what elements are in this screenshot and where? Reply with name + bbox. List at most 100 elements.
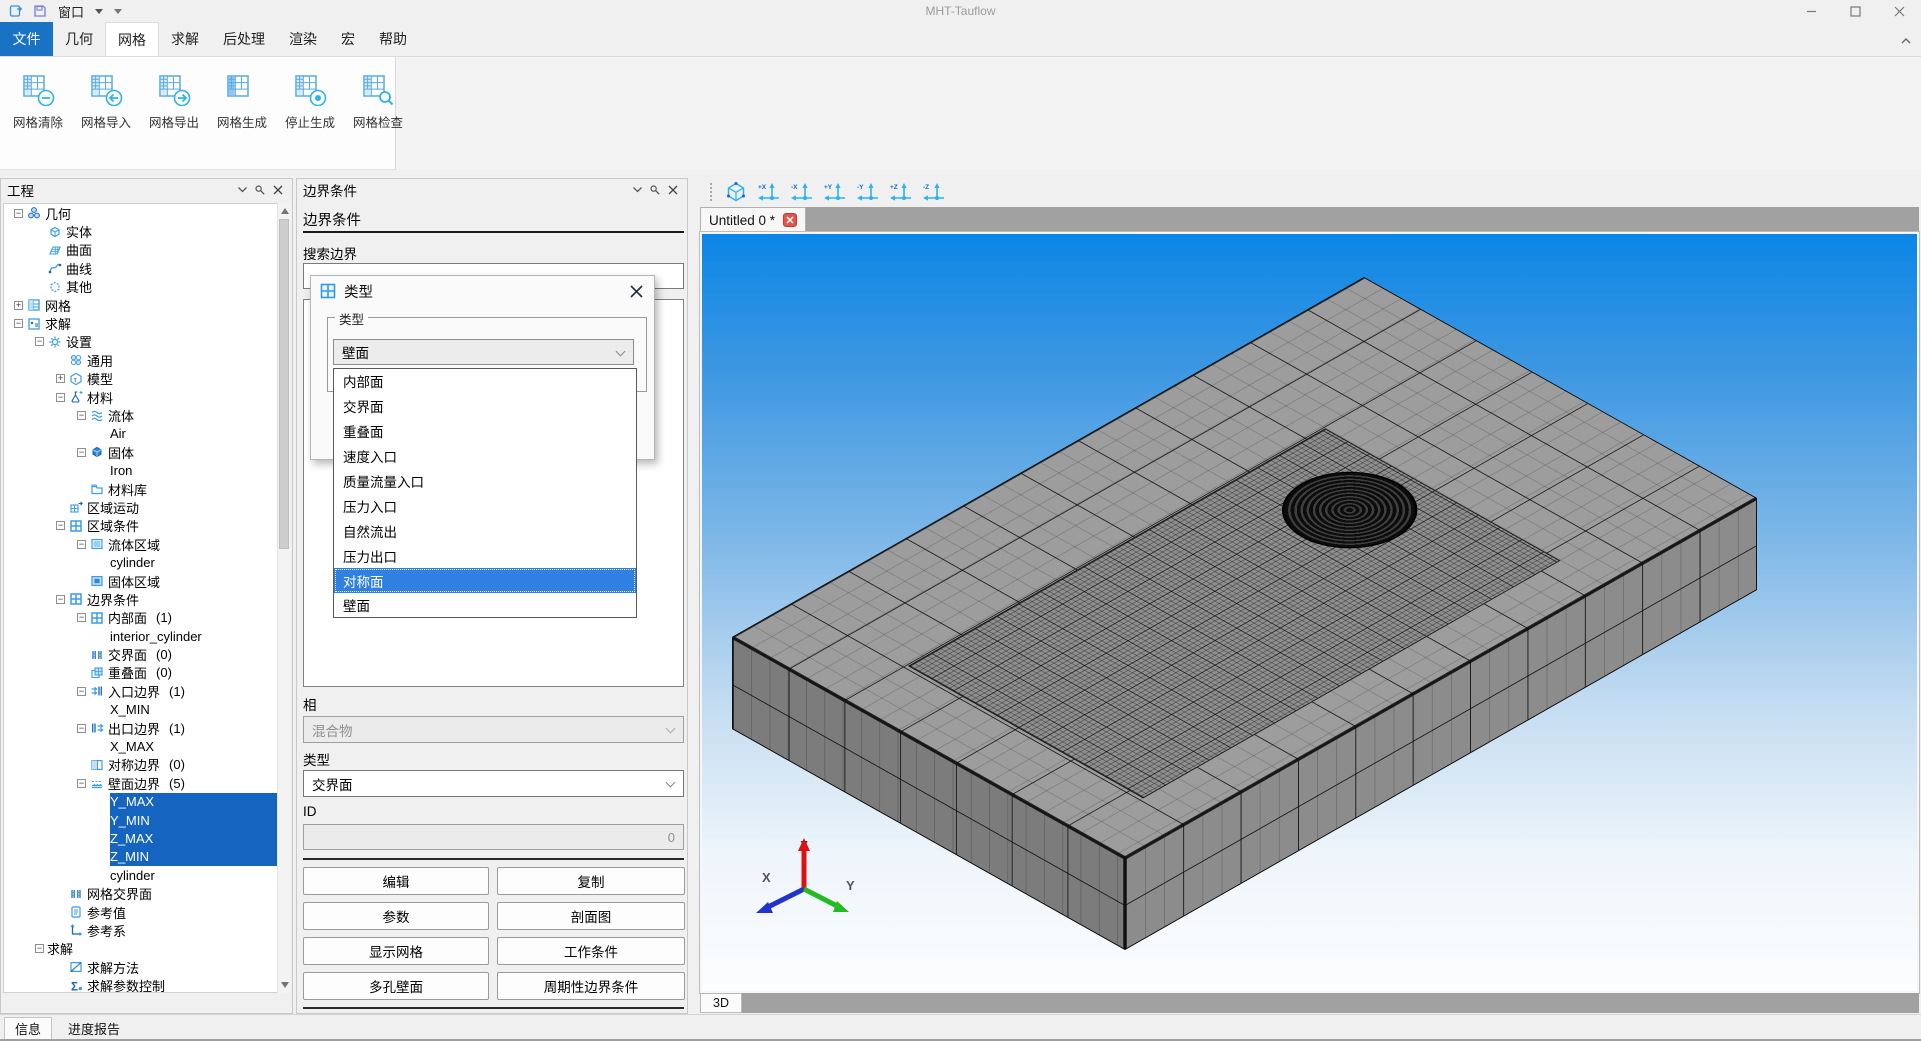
tree-expander-plus-icon[interactable]: +	[56, 374, 65, 383]
bc-button-周期性边界条件[interactable]: 周期性边界条件	[497, 972, 685, 1000]
panel-close-icon[interactable]	[270, 182, 286, 198]
menu-tab-后处理[interactable]: 后处理	[211, 22, 277, 56]
tree-item-X_MIN[interactable]: X_MIN	[4, 701, 277, 719]
tree-item-流体区域[interactable]: −流体区域	[4, 535, 277, 553]
view-axis--Y-button[interactable]: -Y	[854, 180, 882, 204]
window-menu[interactable]: 窗口	[58, 2, 84, 21]
tree-item-Iron[interactable]: Iron	[4, 461, 277, 479]
tree-item-网格交界面[interactable]: 网格交界面	[4, 884, 277, 902]
scroll-up-icon[interactable]	[281, 208, 289, 214]
tree-item-几何[interactable]: −几何	[4, 204, 277, 222]
dropdown-option-重叠面[interactable]: 重叠面	[334, 419, 636, 444]
ribbon-button-mesh-export[interactable]: 网格导出	[144, 67, 204, 131]
view-isometric-button[interactable]	[722, 180, 750, 204]
tree-item-求解参数控制[interactable]: Σ求解参数控制	[4, 976, 277, 993]
tree-expander-minus-icon[interactable]: −	[14, 319, 23, 328]
tree-expander-minus-icon[interactable]: −	[14, 209, 23, 218]
tree-item-interior_cylinder[interactable]: interior_cylinder	[4, 627, 277, 645]
minimize-button[interactable]	[1789, 0, 1833, 22]
toolbar-drag-handle[interactable]	[710, 183, 713, 201]
close-button[interactable]	[1877, 0, 1921, 22]
ribbon-button-mesh-clear[interactable]: 网格清除	[8, 67, 68, 131]
dropdown-option-速度入口[interactable]: 速度入口	[334, 444, 636, 469]
tree-item-区域条件[interactable]: −区域条件	[4, 517, 277, 535]
tree-item-其他[interactable]: 其他	[4, 278, 277, 296]
panel-chevron-icon[interactable]	[629, 182, 645, 198]
tree-item-对称边界[interactable]: 对称边界(0)	[4, 756, 277, 774]
3d-canvas[interactable]: Z X Y	[700, 232, 1919, 993]
tree-item-求解[interactable]: −求解	[4, 314, 277, 332]
ribbon-button-mesh-generate[interactable]: 网格生成	[212, 67, 272, 131]
document-tab[interactable]: Untitled 0 *	[700, 207, 806, 232]
tree-expander-minus-icon[interactable]: −	[77, 687, 86, 696]
tree-item-通用[interactable]: 通用	[4, 351, 277, 369]
tree-item-内部面[interactable]: −内部面(1)	[4, 609, 277, 627]
dropdown-option-交界面[interactable]: 交界面	[334, 394, 636, 419]
tree-item-cylinder[interactable]: cylinder	[4, 866, 277, 884]
tree-item-固体区域[interactable]: 固体区域	[4, 572, 277, 590]
menu-tab-网格[interactable]: 网格	[105, 22, 159, 56]
view-3d-tab[interactable]: 3D	[700, 993, 742, 1013]
tree-item-出口边界[interactable]: −出口边界(1)	[4, 719, 277, 737]
status-tab-信息[interactable]: 信息	[4, 1017, 52, 1039]
tree-item-区域运动[interactable]: 区域运动	[4, 498, 277, 516]
tree-scrollbar[interactable]	[277, 203, 290, 993]
tree-item-壁面边界[interactable]: −壁面边界(5)	[4, 774, 277, 792]
tree-item-入口边界[interactable]: −入口边界(1)	[4, 682, 277, 700]
tree-item-求解[interactable]: −求解	[4, 940, 277, 958]
panel-pin-icon[interactable]	[647, 182, 663, 198]
bc-button-工作条件[interactable]: 工作条件	[497, 937, 685, 965]
dropdown-option-自然流出[interactable]: 自然流出	[334, 518, 636, 543]
tree-item-曲面[interactable]: 曲面	[4, 241, 277, 259]
bc-button-复制[interactable]: 复制	[497, 867, 685, 895]
tree-item-重叠面[interactable]: 重叠面(0)	[4, 664, 277, 682]
dropdown-option-对称面[interactable]: 对称面	[334, 568, 636, 593]
menu-tab-几何[interactable]: 几何	[53, 22, 105, 56]
bc-button-剖面图[interactable]: 剖面图	[497, 902, 685, 930]
dialog-header[interactable]: 类型	[311, 276, 654, 306]
tree-item-网格[interactable]: +网格	[4, 296, 277, 314]
tree-expander-minus-icon[interactable]: −	[77, 411, 86, 420]
bc-button-编辑[interactable]: 编辑	[303, 867, 489, 895]
tree-item-cylinder[interactable]: cylinder	[4, 553, 277, 571]
type-combobox[interactable]: 交界面	[303, 770, 684, 797]
tree-item-流体[interactable]: −流体	[4, 406, 277, 424]
tree-item-实体[interactable]: 实体	[4, 222, 277, 240]
view-axis--Z-button[interactable]: -Z	[920, 180, 948, 204]
tree-expander-minus-icon[interactable]: −	[77, 613, 86, 622]
ribbon-button-mesh-stop[interactable]: 停止生成	[280, 67, 340, 131]
tree-item-曲线[interactable]: 曲线	[4, 259, 277, 277]
tree-item-材料[interactable]: −材料	[4, 388, 277, 406]
menu-tab-宏[interactable]: 宏	[329, 22, 367, 56]
dropdown-option-壁面[interactable]: 壁面	[334, 593, 636, 618]
tree-expander-minus-icon[interactable]: −	[77, 779, 86, 788]
tree-item-参考值[interactable]: 参考值	[4, 903, 277, 921]
tree-expander-minus-icon[interactable]: −	[35, 337, 44, 346]
tree-item-X_MAX[interactable]: X_MAX	[4, 737, 277, 755]
scrollbar-thumb[interactable]	[279, 219, 289, 549]
view-axis-+X-button[interactable]: +X	[755, 180, 783, 204]
dropdown-option-质量流量入口[interactable]: 质量流量入口	[334, 469, 636, 494]
tree-item-参考系[interactable]: 参考系	[4, 921, 277, 939]
bc-button-参数[interactable]: 参数	[303, 902, 489, 930]
tree-item-交界面[interactable]: 交界面(0)	[4, 645, 277, 663]
save-icon[interactable]	[32, 3, 48, 19]
dialog-type-combobox[interactable]: 壁面	[333, 339, 634, 365]
tree-item-固体[interactable]: −固体	[4, 443, 277, 461]
view-axis-+Y-button[interactable]: +Y	[821, 180, 849, 204]
tree-expander-minus-icon[interactable]: −	[77, 448, 86, 457]
tree-expander-plus-icon[interactable]: +	[14, 301, 23, 310]
dropdown-option-内部面[interactable]: 内部面	[334, 369, 636, 394]
tree-expander-minus-icon[interactable]: −	[56, 521, 65, 530]
bc-button-显示网格[interactable]: 显示网格	[303, 937, 489, 965]
tree-item-Y_MIN[interactable]: Y_MIN	[4, 811, 277, 829]
menu-tab-求解[interactable]: 求解	[159, 22, 211, 56]
phase-combobox[interactable]: 混合物	[303, 716, 684, 743]
dropdown-option-压力出口[interactable]: 压力出口	[334, 543, 636, 568]
ribbon-button-mesh-import[interactable]: 网格导入	[76, 67, 136, 131]
menu-tab-渲染[interactable]: 渲染	[277, 22, 329, 56]
undo-icon[interactable]	[8, 3, 24, 19]
dropdown-option-压力入口[interactable]: 压力入口	[334, 493, 636, 518]
menu-tab-帮助[interactable]: 帮助	[367, 22, 419, 56]
view-axis--X-button[interactable]: -X	[788, 180, 816, 204]
